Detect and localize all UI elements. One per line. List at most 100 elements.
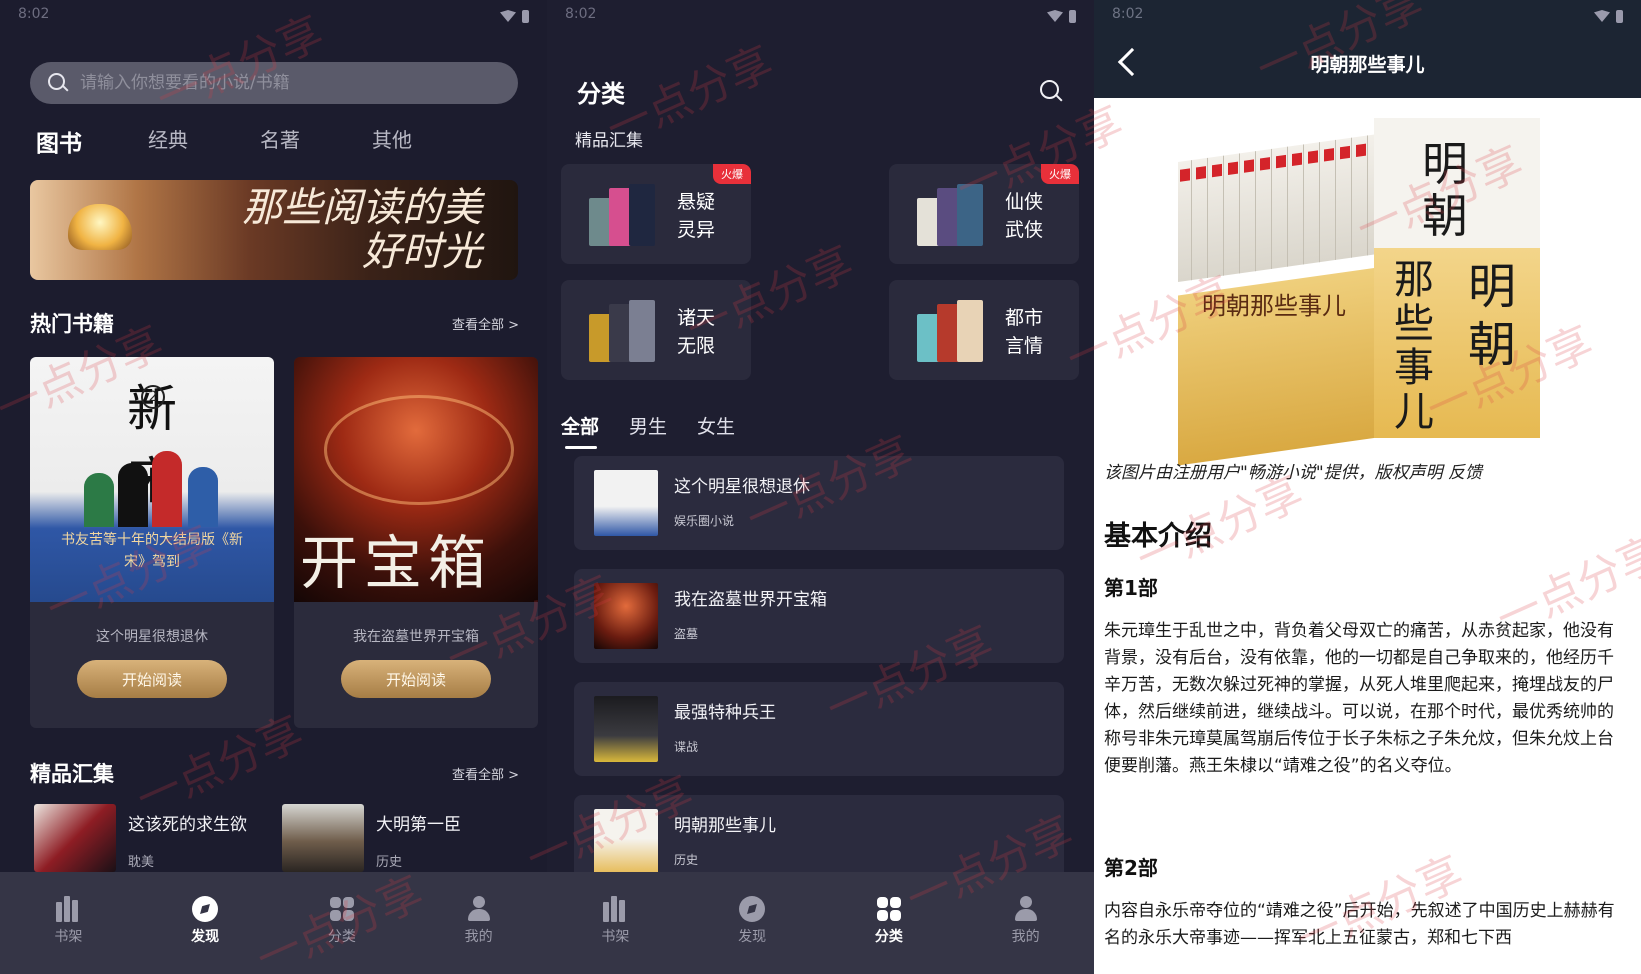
hot-book-name: 这个明星很想退休 — [96, 629, 208, 645]
grid-icon — [876, 896, 902, 922]
search-input[interactable] — [80, 73, 460, 93]
hot-badge: 火爆 — [1041, 164, 1079, 184]
book-title: 最强特种兵王 — [674, 703, 776, 723]
tab-classic[interactable]: 经典 — [148, 124, 260, 158]
category-card-infinite[interactable]: 诸天无限 — [561, 280, 751, 380]
category-card-urban[interactable]: 都市言情 — [889, 280, 1079, 380]
bookshelf-icon — [602, 896, 628, 922]
category-card-suspense[interactable]: 悬疑灵异 火爆 — [561, 164, 751, 264]
book-list-item[interactable]: 这个明星很想退休 娱乐圈小说 — [574, 456, 1064, 550]
cover-figures — [84, 447, 224, 527]
category-card-xianxia[interactable]: 仙侠武侠 火爆 — [889, 164, 1079, 264]
search-bar[interactable] — [30, 62, 518, 104]
collection-title: 精品汇集 — [30, 762, 114, 786]
status-time: 8:02 — [565, 6, 597, 22]
nav-label: 书架 — [601, 929, 630, 945]
cover-ring — [324, 395, 514, 505]
grid-icon — [329, 896, 355, 922]
nav-label: 我的 — [464, 929, 493, 945]
nav-discover[interactable]: 发现 — [165, 896, 245, 974]
hot-book-card[interactable]: 新 宋 2 书友苦等十年的大结局版《新宋》驾到 这个明星很想退休 开始阅读 — [30, 357, 274, 728]
promo-banner[interactable]: 那些阅读的美好时光 — [30, 180, 518, 280]
hot-badge: 火爆 — [713, 164, 751, 184]
page-title: 分类 — [577, 80, 625, 108]
nav-bookshelf[interactable]: 书架 — [28, 896, 108, 974]
bottom-nav: 书架 发现 分类 我的 — [0, 872, 547, 974]
cover-calligraphy: 明朝 — [1422, 137, 1468, 243]
nav-mine[interactable]: 我的 — [439, 896, 519, 974]
status-bar: 8:02 — [1112, 6, 1623, 26]
hot-book-name: 我在盗墓世界开宝箱 — [353, 629, 479, 645]
hot-books-see-all[interactable]: 查看全部 > — [452, 314, 519, 333]
tab-male[interactable]: 男生 — [629, 412, 697, 439]
nav-label: 发现 — [738, 929, 767, 945]
book-thumbnail — [594, 470, 658, 536]
nav-category[interactable]: 分类 — [849, 896, 929, 974]
book-cover: 新 宋 2 书友苦等十年的大结局版《新宋》驾到 — [30, 357, 274, 602]
tab-female[interactable]: 女生 — [697, 412, 765, 439]
category-label: 诸天无限 — [677, 307, 716, 357]
wifi-icon — [1047, 10, 1063, 22]
status-time: 8:02 — [1112, 6, 1144, 22]
collection-item[interactable]: 这该死的求生欲 耽美 — [34, 804, 247, 872]
book-list-item[interactable]: 我在盗墓世界开宝箱 盗墓 — [574, 569, 1064, 663]
start-reading-button[interactable]: 开始阅读 — [77, 660, 227, 698]
book-genre: 娱乐圈小说 — [674, 514, 735, 528]
category-books-image — [917, 300, 987, 362]
book-cover: 开宝箱 — [294, 357, 538, 602]
search-icon — [48, 73, 68, 93]
compass-icon — [192, 896, 219, 922]
battery-icon — [1069, 9, 1076, 23]
page-title: 明朝那些事儿 — [1310, 54, 1425, 76]
bookshelf-icon — [55, 896, 81, 922]
book-thumbnail — [34, 804, 116, 872]
cover-ribbon-text: 书友苦等十年的大结局版《新宋》驾到 — [61, 532, 243, 570]
book-genre: 盗墓 — [674, 627, 699, 641]
tab-masterpiece[interactable]: 名著 — [260, 124, 372, 158]
top-bar: 8:02 明朝那些事儿 — [1094, 0, 1641, 98]
bottom-nav: 书架 发现 分类 我的 — [547, 872, 1094, 974]
wifi-icon — [500, 10, 516, 22]
nav-bookshelf[interactable]: 书架 — [575, 896, 655, 974]
book-thumbnail — [594, 583, 658, 649]
part-text: 朱元璋生于乱世之中，背负着父母双亡的痛苦，从赤贫起家，他没有背景，没有后台，没有… — [1104, 621, 1614, 776]
category-label: 仙侠武侠 — [1005, 191, 1044, 241]
collection-item-title: 大明第一臣 — [376, 815, 461, 835]
book-genre: 谍战 — [674, 740, 699, 754]
book-detail-screen: 8:02 明朝那些事儿 明朝 那些事儿 明朝 明朝那些事儿 该图片由注册用户"畅… — [1094, 0, 1641, 974]
nav-discover[interactable]: 发现 — [712, 896, 792, 974]
status-time: 8:02 — [18, 6, 50, 22]
category-tabs: 图书 经典 名著 其他 — [36, 124, 484, 158]
category-screen: 8:02 分类 精品汇集 悬疑灵异 火爆 仙侠武侠 火爆 诸天无限 都市言情 全… — [547, 0, 1094, 974]
part-text: 内容自永乐帝夺位的“靖难之役”后开始，先叙述了中国历史上赫赫有名的永乐大帝事迹—… — [1104, 901, 1615, 948]
cover-volume-number: 2 — [141, 385, 165, 409]
book-title: 明朝那些事儿 — [674, 816, 776, 836]
book-boxset-image: 明朝 那些事儿 明朝 明朝那些事儿 — [1178, 118, 1548, 466]
tab-books[interactable]: 图书 — [36, 124, 148, 158]
collection-see-all[interactable]: 查看全部 > — [452, 764, 519, 783]
boxset-spines — [1178, 133, 1378, 283]
cover-side-text: 明朝那些事儿 — [1202, 292, 1346, 320]
nav-mine[interactable]: 我的 — [986, 896, 1066, 974]
nav-category[interactable]: 分类 — [302, 896, 382, 974]
cover-calligraphy: 那些事儿 — [1394, 257, 1434, 435]
book-thumbnail — [594, 809, 658, 875]
part-heading: 第1部 — [1104, 576, 1158, 600]
tab-all[interactable]: 全部 — [561, 412, 629, 449]
category-label: 悬疑灵异 — [677, 191, 716, 241]
battery-icon — [522, 9, 529, 23]
category-books-image — [589, 184, 659, 246]
collection-item-genre: 耽美 — [128, 855, 155, 870]
cover-calligraphy: 明朝 — [1468, 259, 1517, 373]
book-list-item[interactable]: 最强特种兵王 谍战 — [574, 682, 1064, 776]
status-bar: 8:02 — [18, 6, 529, 26]
search-icon[interactable] — [1040, 80, 1064, 104]
section-subtitle: 精品汇集 — [575, 131, 643, 151]
banner-slogan: 那些阅读的美好时光 — [242, 185, 482, 275]
collection-item-title: 这该死的求生欲 — [128, 815, 247, 835]
collection-item[interactable]: 大明第一臣 历史 — [282, 804, 461, 872]
hot-book-card[interactable]: 开宝箱 我在盗墓世界开宝箱 开始阅读 — [294, 357, 538, 728]
tab-other[interactable]: 其他 — [372, 124, 484, 158]
category-books-image — [589, 300, 659, 362]
start-reading-button[interactable]: 开始阅读 — [341, 660, 491, 698]
